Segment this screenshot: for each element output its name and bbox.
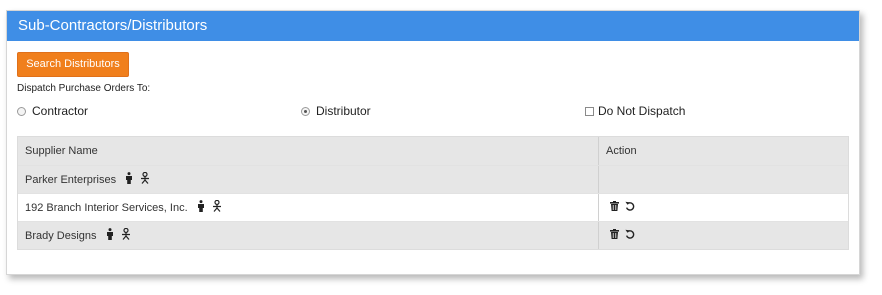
do-not-dispatch-option[interactable]: Do Not Dispatch [585, 103, 685, 119]
supplier-name: 192 Branch Interior Services, Inc. [25, 201, 188, 214]
undo-icon[interactable] [625, 229, 635, 242]
trash-icon[interactable] [610, 201, 619, 214]
contact-person-icon[interactable] [212, 199, 222, 215]
supplier-name: Parker Enterprises [25, 173, 117, 186]
contractor-radio[interactable] [17, 106, 26, 116]
contractor-radio-option[interactable]: Contractor [17, 103, 88, 119]
do-not-dispatch-label: Do Not Dispatch [598, 104, 686, 118]
sub-contractors-panel: Sub-Contractors/Distributors Search Dist… [6, 10, 860, 275]
panel-title: Sub-Contractors/Distributors [7, 11, 859, 41]
person-icon[interactable] [197, 200, 205, 215]
trash-icon[interactable] [610, 229, 619, 242]
person-icon[interactable] [106, 228, 114, 243]
column-header-supplier-name[interactable]: Supplier Name [18, 137, 599, 165]
table-row: 192 Branch Interior Services, Inc. [18, 193, 848, 221]
supplier-name-cell: 192 Branch Interior Services, Inc. [18, 194, 599, 221]
contractor-label: Contractor [32, 104, 89, 118]
do-not-dispatch-checkbox[interactable] [585, 106, 594, 116]
distributor-radio-option[interactable]: Distributor [301, 103, 371, 119]
person-icon[interactable] [125, 172, 133, 187]
table-row: Parker Enterprises [18, 165, 848, 193]
search-distributors-button[interactable]: Search Distributors [17, 52, 129, 77]
supplier-name: Brady Designs [25, 229, 97, 242]
column-header-action: Action [606, 145, 637, 157]
undo-icon[interactable] [625, 201, 635, 214]
action-cell [599, 194, 848, 221]
dispatch-label: Dispatch Purchase Orders To: [17, 83, 151, 94]
supplier-name-cell: Parker Enterprises [18, 166, 599, 193]
action-cell [599, 166, 848, 193]
action-cell [599, 222, 848, 249]
distributor-radio[interactable] [301, 106, 310, 116]
table-row: Brady Designs [18, 221, 848, 249]
distributor-label: Distributor [316, 104, 371, 118]
contact-person-icon[interactable] [121, 227, 131, 243]
table-header-row: Supplier Name Action [18, 137, 848, 165]
suppliers-table: Supplier Name Action Parker Enterprises … [17, 136, 849, 250]
supplier-name-cell: Brady Designs [18, 222, 599, 249]
contact-person-icon[interactable] [140, 171, 150, 187]
